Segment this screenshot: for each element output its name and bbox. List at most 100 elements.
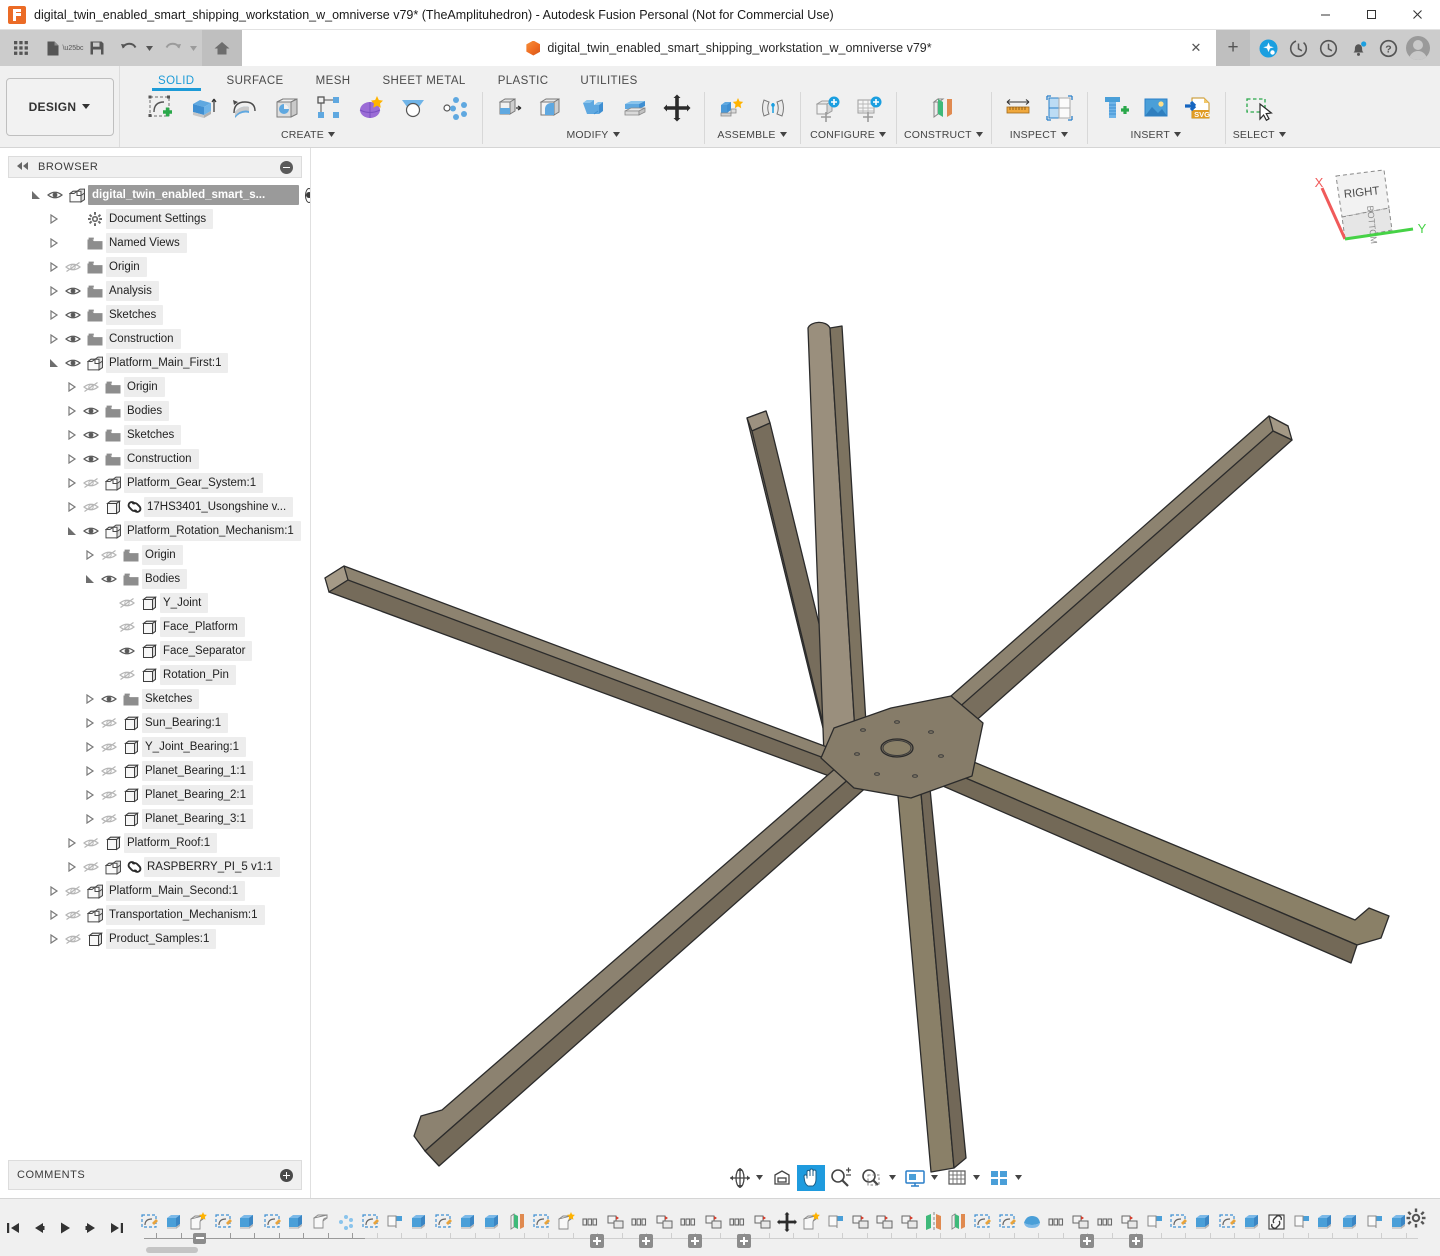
undo-caret-icon[interactable] xyxy=(142,33,156,63)
step-back-button[interactable] xyxy=(26,1213,52,1243)
move-copy-icon[interactable] xyxy=(658,90,696,126)
close-button[interactable] xyxy=(1394,0,1440,30)
shell-icon[interactable] xyxy=(574,90,612,126)
timeline-feature-sketch[interactable] xyxy=(138,1205,163,1239)
tree-item[interactable]: Platform_Main_First:1 xyxy=(0,351,310,375)
grid-snaps-caret-icon[interactable] xyxy=(972,1175,984,1182)
expander-expanded-icon[interactable] xyxy=(64,526,80,536)
timeline-feature-plane[interactable] xyxy=(1363,1205,1388,1239)
visibility-off-icon[interactable] xyxy=(62,933,84,945)
timeline-group-expand-icon[interactable] xyxy=(688,1234,702,1248)
expander-collapsed-icon[interactable] xyxy=(64,430,80,440)
visibility-on-icon[interactable] xyxy=(98,573,120,585)
timeline-feature-joint[interactable] xyxy=(873,1205,898,1239)
expander-collapsed-icon[interactable] xyxy=(64,454,80,464)
visibility-off-icon[interactable] xyxy=(62,909,84,921)
fillet-icon[interactable] xyxy=(532,90,570,126)
expander-expanded-icon[interactable] xyxy=(46,358,62,368)
tree-item[interactable]: Platform_Gear_System:1 xyxy=(0,471,310,495)
create-sketch-icon[interactable] xyxy=(142,90,180,126)
design-workspace-button[interactable]: DESIGN xyxy=(6,78,114,136)
view-cube[interactable]: RIGHT BOTTOM X Y xyxy=(1312,160,1432,255)
sweep-icon[interactable] xyxy=(268,90,306,126)
expander-expanded-icon[interactable] xyxy=(82,574,98,584)
timeline-feature-plane[interactable] xyxy=(1290,1205,1315,1239)
panel-assemble-label[interactable]: ASSEMBLE xyxy=(717,129,786,141)
collapse-browser-icon[interactable] xyxy=(17,162,30,172)
zoom-window-caret-icon[interactable] xyxy=(888,1175,900,1182)
timeline-feature-extrude[interactable] xyxy=(1241,1205,1266,1239)
timeline-group-expand-icon[interactable] xyxy=(590,1234,604,1248)
tree-item[interactable]: RASPBERRY_PI_5 v1:1 xyxy=(0,855,310,879)
tree-item[interactable]: Bodies xyxy=(0,399,310,423)
avatar[interactable] xyxy=(1404,34,1432,62)
create-configuration-icon[interactable] xyxy=(808,90,846,126)
add-comment-icon[interactable] xyxy=(280,1169,293,1182)
insert-mcmaster-icon[interactable] xyxy=(1095,90,1133,126)
tree-item[interactable]: Face_Separator xyxy=(0,639,310,663)
timeline-feature-fillet[interactable] xyxy=(310,1205,335,1239)
visibility-on-icon[interactable] xyxy=(116,645,138,657)
visibility-off-icon[interactable] xyxy=(80,837,102,849)
timeline-feature-sketch[interactable] xyxy=(1216,1205,1241,1239)
visibility-off-icon[interactable] xyxy=(116,621,138,633)
timeline-scrollbar[interactable] xyxy=(134,1246,1440,1254)
timeline-feature-joint[interactable] xyxy=(702,1205,727,1239)
timeline-feature-sketch[interactable] xyxy=(971,1205,996,1239)
visibility-on-icon[interactable] xyxy=(62,285,84,297)
timeline-feature-extrude[interactable] xyxy=(285,1205,310,1239)
expander-collapsed-icon[interactable] xyxy=(46,286,62,296)
tree-item[interactable]: Construction xyxy=(0,447,310,471)
tab-plastic[interactable]: PLASTIC xyxy=(482,75,565,90)
timeline-feature-extrude[interactable] xyxy=(163,1205,188,1239)
new-document-caret-icon[interactable]: \u25bc xyxy=(66,33,80,63)
visibility-off-icon[interactable] xyxy=(80,861,102,873)
model-3d[interactable] xyxy=(311,148,1440,1173)
zoom-window-icon[interactable] xyxy=(857,1165,887,1191)
visibility-off-icon[interactable] xyxy=(116,669,138,681)
browser-tree[interactable]: digital_twin_enabled_smart_s...Document … xyxy=(0,178,310,1160)
timeline-feature-mirror[interactable] xyxy=(922,1205,947,1239)
minimize-button[interactable] xyxy=(1302,0,1348,30)
expander-collapsed-icon[interactable] xyxy=(64,502,80,512)
expander-collapsed-icon[interactable] xyxy=(82,766,98,776)
tree-item[interactable]: Planet_Bearing_3:1 xyxy=(0,807,310,831)
timeline-feature-fillet-new[interactable] xyxy=(800,1205,825,1239)
expander-collapsed-icon[interactable] xyxy=(82,550,98,560)
expander-collapsed-icon[interactable] xyxy=(64,406,80,416)
tree-item[interactable]: Planet_Bearing_2:1 xyxy=(0,783,310,807)
tree-item[interactable]: Sun_Bearing:1 xyxy=(0,711,310,735)
visibility-off-icon[interactable] xyxy=(80,477,102,489)
tree-item[interactable]: Construction xyxy=(0,327,310,351)
expander-collapsed-icon[interactable] xyxy=(46,910,62,920)
timeline-feature-sketch[interactable] xyxy=(996,1205,1021,1239)
panel-inspect-label[interactable]: INSPECT xyxy=(1010,129,1068,141)
expander-collapsed-icon[interactable] xyxy=(46,310,62,320)
press-pull-icon[interactable] xyxy=(490,90,528,126)
pan-icon[interactable] xyxy=(797,1165,825,1191)
timeline-playhead-marker[interactable] xyxy=(193,1233,206,1244)
visibility-off-icon[interactable] xyxy=(116,597,138,609)
timeline-feature-extrude[interactable] xyxy=(481,1205,506,1239)
browser-root-item[interactable]: digital_twin_enabled_smart_s... xyxy=(0,183,310,207)
tree-item[interactable]: Product_Samples:1 xyxy=(0,927,310,951)
visibility-off-icon[interactable] xyxy=(98,549,120,561)
display-settings-caret-icon[interactable] xyxy=(930,1175,942,1182)
visibility-on-icon[interactable] xyxy=(62,333,84,345)
visibility-on-icon[interactable] xyxy=(80,525,102,537)
tree-item[interactable]: Y_Joint xyxy=(0,591,310,615)
tree-item[interactable]: Platform_Rotation_Mechanism:1 xyxy=(0,519,310,543)
visibility-on-icon[interactable] xyxy=(80,429,102,441)
expander-collapsed-icon[interactable] xyxy=(64,382,80,392)
visibility-off-icon[interactable] xyxy=(80,501,102,513)
orbit-caret-icon[interactable] xyxy=(755,1175,767,1182)
timeline-track[interactable] xyxy=(134,1202,1440,1254)
jump-start-button[interactable] xyxy=(0,1213,26,1243)
timeline-feature-joint[interactable] xyxy=(751,1205,776,1239)
timeline-feature-sketch[interactable] xyxy=(359,1205,384,1239)
insert-canvas-icon[interactable] xyxy=(1137,90,1175,126)
panel-configure-label[interactable]: CONFIGURE xyxy=(810,129,886,141)
visibility-on-icon[interactable] xyxy=(62,357,84,369)
extrude-icon[interactable] xyxy=(184,90,222,126)
tree-item[interactable]: Platform_Roof:1 xyxy=(0,831,310,855)
